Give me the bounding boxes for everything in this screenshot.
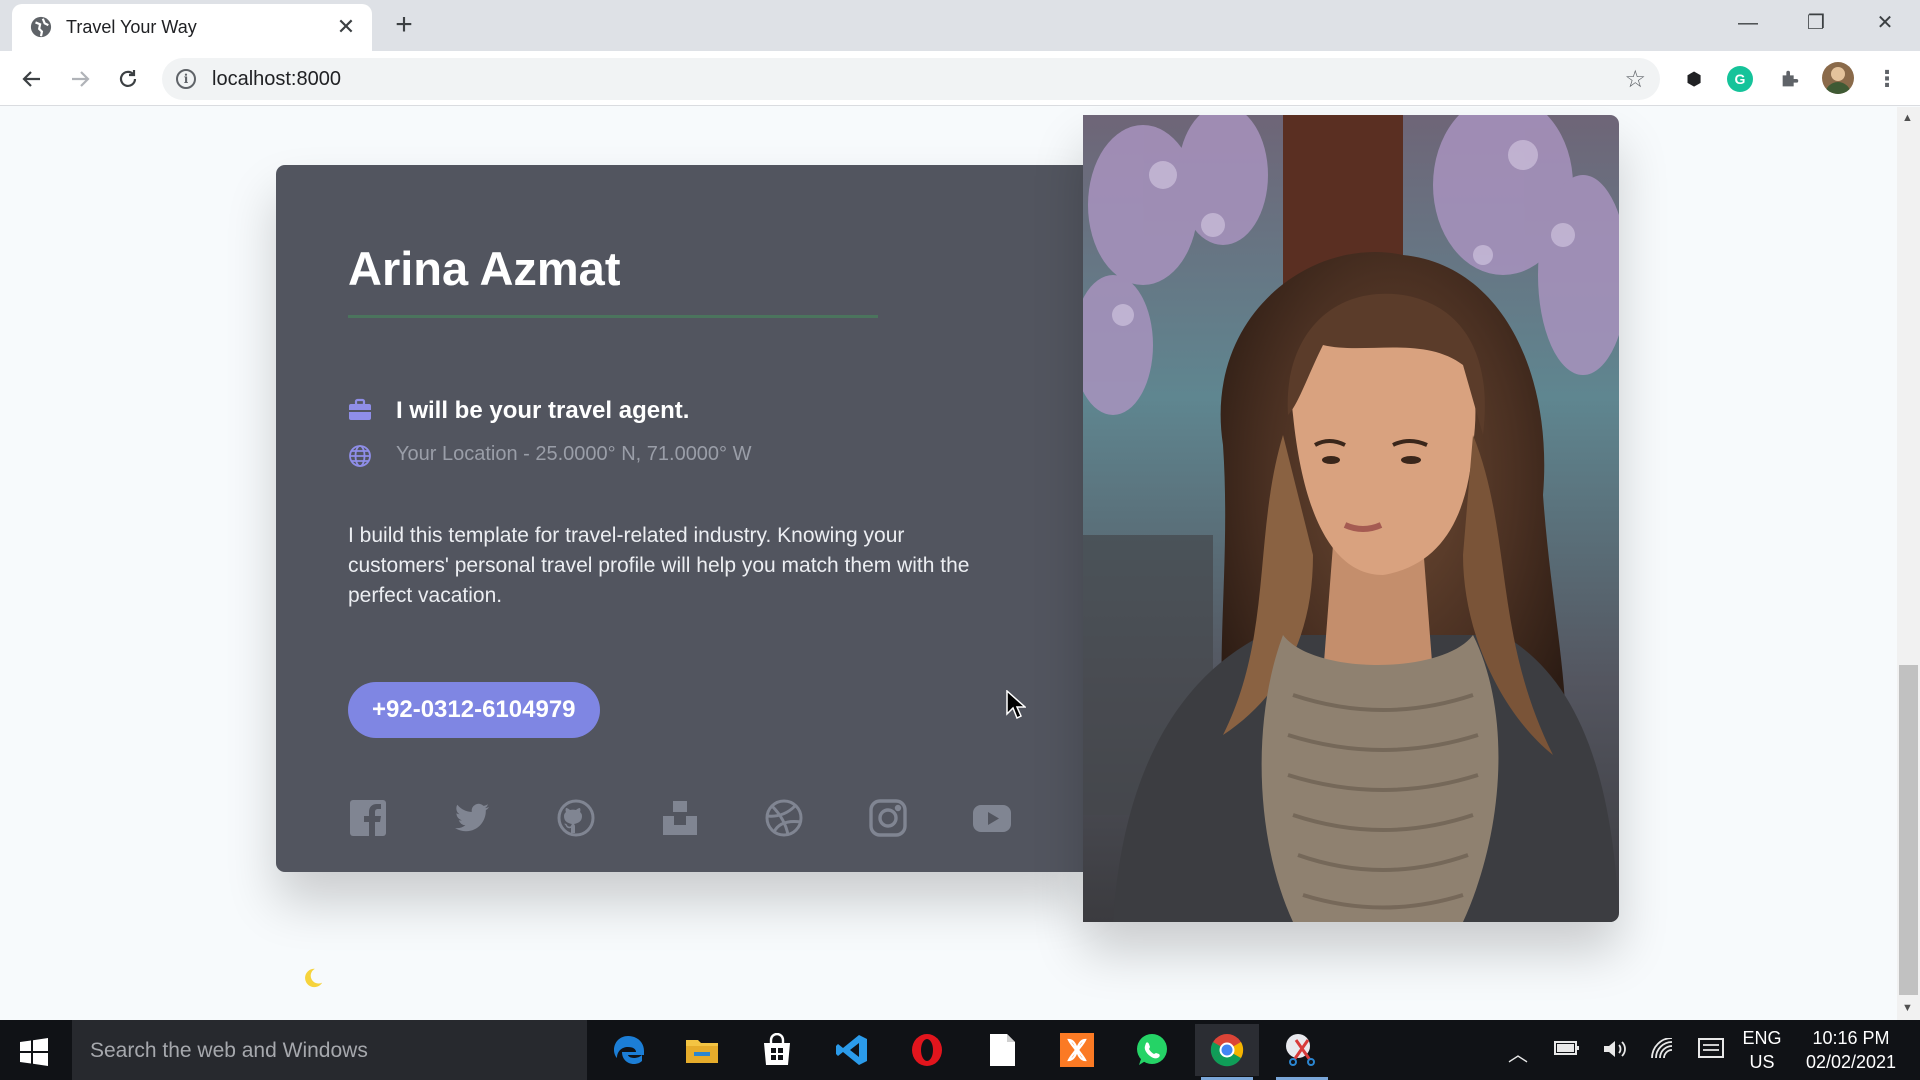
restore-button[interactable]: ❐ <box>1793 6 1839 40</box>
tab-title: Travel Your Way <box>66 17 197 37</box>
bookmark-star-icon[interactable]: ☆ <box>1624 65 1646 94</box>
chrome-icon[interactable] <box>1195 1024 1259 1080</box>
extensions-puzzle-icon[interactable] <box>1774 63 1806 95</box>
profile-name: Arina Azmat <box>348 242 621 295</box>
moon-icon[interactable] <box>302 967 324 989</box>
tray-chevron-up-icon[interactable]: ︿ <box>1508 1038 1528 1067</box>
speaker-icon[interactable] <box>1602 1038 1628 1060</box>
profile-photo <box>1083 115 1619 922</box>
phone-button[interactable]: +92-0312-6104979 <box>348 682 600 738</box>
notifications-icon[interactable] <box>1698 1038 1724 1060</box>
store-icon[interactable] <box>745 1024 809 1076</box>
taskbar-search-placeholder[interactable]: Search the web and Windows <box>90 1039 368 1063</box>
minimize-button[interactable]: — <box>1725 6 1771 40</box>
clock-date[interactable]: 02/02/2021 <box>1796 1052 1906 1073</box>
browser-toolbar: i localhost:8000 ☆ ⬢ G ⋮ <box>0 51 1920 106</box>
browser-tab-strip: Travel Your Way ✕ + — ❐ ✕ <box>0 0 1920 51</box>
opera-icon[interactable] <box>895 1024 959 1076</box>
windows-start-icon[interactable] <box>20 1038 48 1066</box>
browser-tab[interactable]: Travel Your Way ✕ <box>12 4 372 51</box>
name-divider <box>348 315 878 318</box>
snipping-tool-icon[interactable] <box>1270 1024 1334 1080</box>
back-button[interactable] <box>14 61 50 97</box>
scrollbar-thumb[interactable] <box>1899 665 1918 995</box>
arrow-right-icon <box>72 71 90 87</box>
wifi-icon[interactable] <box>1650 1038 1676 1060</box>
grammarly-icon[interactable]: G <box>1727 66 1753 92</box>
site-info-icon[interactable]: i <box>176 69 196 89</box>
taskbar-search[interactable]: Search the web and Windows <box>72 1020 587 1080</box>
profile-location: Your Location - 25.0000° N, 71.0000° W <box>396 443 752 465</box>
file-icon[interactable] <box>970 1024 1034 1076</box>
tab-close-icon[interactable]: ✕ <box>332 13 360 41</box>
scroll-up-arrow-icon[interactable]: ▲ <box>1902 112 1913 124</box>
github-icon[interactable] <box>556 798 596 838</box>
clock-time[interactable]: 10:16 PM <box>1796 1028 1906 1049</box>
extension-cube-icon[interactable]: ⬢ <box>1678 63 1710 95</box>
browser-menu-icon[interactable]: ⋮ <box>1871 63 1903 95</box>
windows-taskbar: Search the web and Windows ︿ ENG US 10:1… <box>0 1020 1920 1080</box>
mouse-cursor-icon <box>1006 690 1026 720</box>
new-tab-button[interactable]: + <box>388 10 420 42</box>
xampp-icon[interactable] <box>1045 1024 1109 1076</box>
instagram-icon[interactable] <box>868 798 908 838</box>
battery-icon[interactable] <box>1554 1038 1580 1058</box>
facebook-icon[interactable] <box>348 798 388 838</box>
reload-button[interactable] <box>110 61 146 97</box>
scroll-down-arrow-icon[interactable]: ▼ <box>1902 1002 1913 1014</box>
dribbble-icon[interactable] <box>764 798 804 838</box>
vscode-icon[interactable] <box>820 1024 884 1076</box>
edge-icon[interactable] <box>596 1024 660 1076</box>
puzzle-icon <box>1782 70 1799 87</box>
address-bar[interactable]: i localhost:8000 ☆ <box>162 58 1660 100</box>
youtube-icon[interactable] <box>972 798 1012 838</box>
whatsapp-icon[interactable] <box>1120 1024 1184 1076</box>
woman-portrait-image <box>1083 115 1619 922</box>
region-indicator[interactable]: US <box>1742 1052 1782 1073</box>
profile-tagline: I will be your travel agent. <box>396 397 690 424</box>
close-window-button[interactable]: ✕ <box>1862 6 1908 40</box>
arrow-left-icon <box>22 71 40 87</box>
unsplash-icon[interactable] <box>660 798 700 838</box>
reload-icon <box>119 70 137 87</box>
file-explorer-icon[interactable] <box>670 1024 734 1076</box>
globe-favicon-icon <box>30 16 52 38</box>
twitter-icon[interactable] <box>452 798 492 838</box>
profile-bio: I build this template for travel-related… <box>348 524 970 607</box>
forward-button[interactable] <box>62 61 98 97</box>
profile-card: Arina Azmat I will be your travel agent.… <box>276 165 1083 872</box>
url-text[interactable]: localhost:8000 <box>212 68 341 91</box>
globe-icon <box>349 445 371 467</box>
language-indicator[interactable]: ENG <box>1742 1028 1782 1049</box>
briefcase-icon <box>349 398 371 420</box>
profile-avatar[interactable] <box>1822 62 1854 94</box>
page-viewport: Arina Azmat I will be your travel agent.… <box>0 107 1897 1020</box>
